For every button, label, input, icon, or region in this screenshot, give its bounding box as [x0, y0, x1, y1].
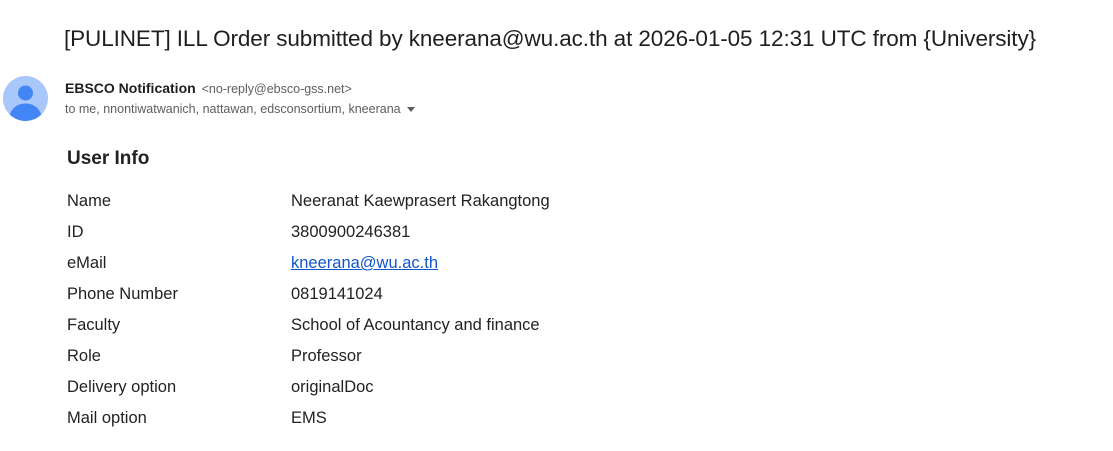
- row-value-phone: 0819141024: [291, 285, 383, 303]
- row-value-delivery: originalDoc: [291, 378, 374, 396]
- table-row: eMail kneerana@wu.ac.th: [67, 248, 550, 279]
- email-subject: [PULINET] ILL Order submitted by kneeran…: [64, 26, 1037, 51]
- row-label-phone: Phone Number: [67, 285, 178, 303]
- row-value-id: 3800900246381: [291, 223, 411, 241]
- recipients-list: to me, nnontiwatwanich, nattawan, edscon…: [65, 102, 401, 116]
- row-label-faculty: Faculty: [67, 316, 121, 334]
- row-label-delivery: Delivery option: [67, 378, 177, 396]
- recipients-line: to me, nnontiwatwanich, nattawan, edscon…: [65, 100, 415, 118]
- sender-line: EBSCO Notification <no-reply@ebsco-gss.n…: [65, 78, 352, 99]
- row-label-role: Role: [67, 347, 101, 365]
- chevron-down-icon[interactable]: [406, 106, 415, 112]
- row-value-name: Neeranat Kaewprasert Rakangtong: [291, 192, 550, 210]
- table-row: Phone Number 0819141024: [67, 279, 550, 310]
- table-row: Delivery option originalDoc: [67, 372, 550, 403]
- table-row: Mail option EMS: [67, 403, 550, 434]
- user-info-table: Name Neeranat Kaewprasert Rakangtong ID …: [67, 186, 550, 434]
- row-value-email-cell: kneerana@wu.ac.th: [291, 248, 550, 279]
- row-label-mail: Mail option: [67, 409, 147, 427]
- email-view: [PULINET] ILL Order submitted by kneeran…: [0, 0, 1113, 451]
- table-row: Name Neeranat Kaewprasert Rakangtong: [67, 186, 550, 217]
- row-label-id: ID: [67, 223, 84, 241]
- row-value-role: Professor: [291, 347, 362, 365]
- email-link[interactable]: kneerana@wu.ac.th: [291, 254, 438, 272]
- person-icon: [9, 85, 42, 121]
- table-row: Faculty School of Acountancy and finance: [67, 310, 550, 341]
- sender-email: <no-reply@ebsco-gss.net>: [201, 82, 352, 96]
- table-row: ID 3800900246381: [67, 217, 550, 248]
- sender-avatar[interactable]: [3, 76, 48, 121]
- row-label-name: Name: [67, 192, 112, 210]
- sender-name[interactable]: EBSCO Notification: [65, 80, 196, 96]
- row-value-faculty: School of Acountancy and finance: [291, 316, 540, 334]
- table-row: Role Professor: [67, 341, 550, 372]
- row-value-mail: EMS: [291, 409, 327, 427]
- user-info-title: User Info: [67, 148, 150, 169]
- row-label-email: eMail: [67, 254, 107, 272]
